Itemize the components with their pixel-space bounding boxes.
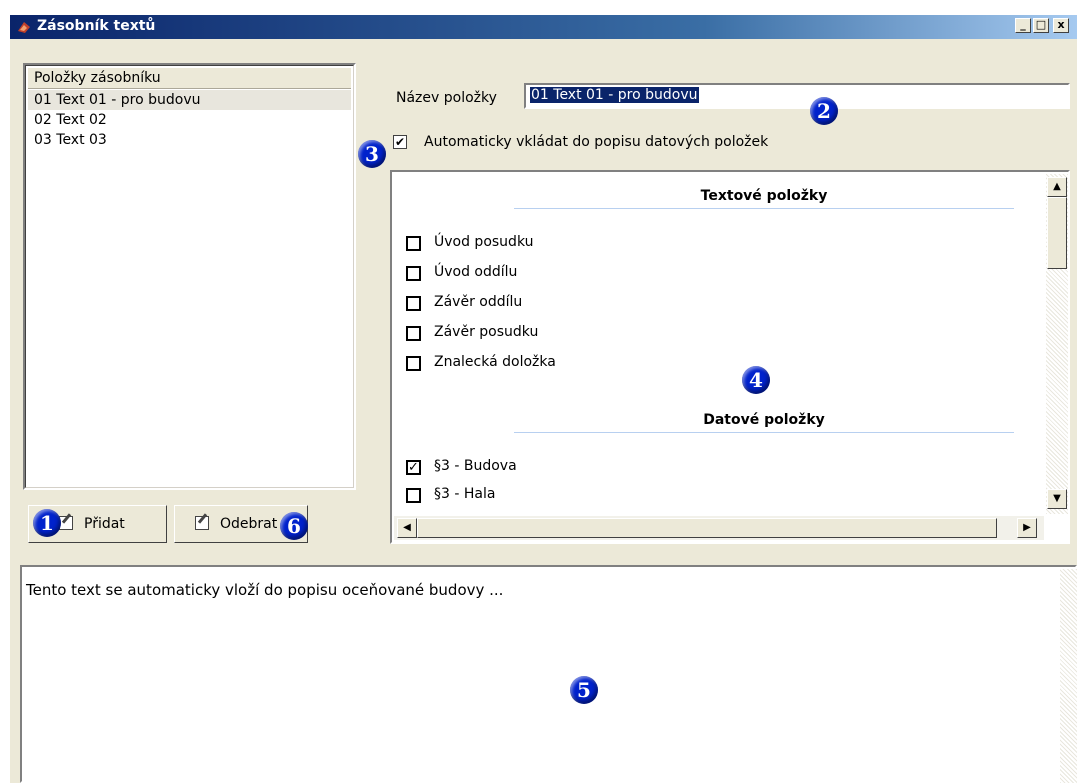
- item-list[interactable]: Položky zásobníku 01 Text 01 - pro budov…: [23, 63, 356, 490]
- name-input[interactable]: 01 Text 01 - pro budovu: [524, 83, 1070, 109]
- checkbox-zaver-oddilu[interactable]: [406, 296, 421, 311]
- panel-content: Textové položky Úvod posudku Úvod oddílu…: [394, 174, 1044, 514]
- window-title: Zásobník textů: [37, 18, 156, 34]
- checkbox-hala[interactable]: [406, 488, 421, 503]
- edit-icon: [195, 516, 209, 530]
- minimize-button[interactable]: _: [1015, 18, 1031, 33]
- checkbox-label: Závěr posudku: [434, 324, 539, 340]
- scroll-left-button[interactable]: ◀: [397, 518, 417, 538]
- checkbox-label: §3 - Budova: [434, 458, 517, 474]
- remove-button-label: Odebrat: [220, 516, 278, 532]
- target-items-panel: Textové položky Úvod posudku Úvod oddílu…: [390, 170, 1070, 544]
- list-item[interactable]: 01 Text 01 - pro budovu: [28, 90, 351, 110]
- callout-2: 2: [810, 97, 838, 125]
- add-button-label: Přidat: [84, 516, 125, 532]
- maximize-button[interactable]: □: [1033, 18, 1049, 33]
- checkbox-uvod-oddilu[interactable]: [406, 266, 421, 281]
- checkbox-label: §3 - Hala: [434, 486, 496, 502]
- list-header: Položky zásobníku: [28, 68, 351, 89]
- scroll-up-button[interactable]: ▲: [1047, 177, 1067, 197]
- checkbox-znalecka-dolozka[interactable]: [406, 356, 421, 371]
- checkbox-label: Úvod posudku: [434, 234, 534, 250]
- horizontal-scroll-thumb[interactable]: [417, 518, 997, 538]
- name-input-value: 01 Text 01 - pro budovu: [530, 87, 699, 103]
- vertical-scroll-thumb[interactable]: [1047, 197, 1067, 269]
- list-item[interactable]: 03 Text 03: [28, 130, 351, 150]
- callout-3: 3: [358, 140, 386, 168]
- auto-insert-checkbox[interactable]: ✔: [393, 135, 407, 149]
- checkbox-budova[interactable]: ✓: [406, 460, 421, 475]
- callout-1: 1: [33, 509, 61, 537]
- scroll-down-button[interactable]: ▼: [1047, 489, 1067, 509]
- name-label: Název položky: [396, 90, 497, 106]
- callout-4: 4: [742, 366, 770, 394]
- section-title-text-items: Textové položky: [700, 188, 828, 204]
- text-editor-scrollbar[interactable]: [1060, 569, 1077, 783]
- text-editor[interactable]: Tento text se automaticky vloží do popis…: [20, 565, 1077, 783]
- text-editor-content[interactable]: Tento text se automaticky vloží do popis…: [26, 581, 503, 599]
- title-bar[interactable]: Zásobník textů _ □ x: [10, 15, 1077, 39]
- checkbox-label: Znalecká doložka: [434, 354, 556, 370]
- section-title-data-items: Datové položky: [703, 412, 825, 428]
- checkbox-label: Úvod oddílu: [434, 264, 518, 280]
- checkbox-uvod-posudku[interactable]: [406, 236, 421, 251]
- callout-6: 6: [280, 512, 308, 540]
- divider: [514, 208, 1014, 209]
- auto-insert-label: Automaticky vkládat do popisu datových p…: [424, 134, 769, 150]
- close-button[interactable]: x: [1053, 18, 1069, 33]
- divider: [514, 432, 1014, 433]
- edit-icon: [59, 516, 73, 530]
- list-item[interactable]: 02 Text 02: [28, 110, 351, 130]
- scroll-right-button[interactable]: ▶: [1017, 518, 1037, 538]
- checkbox-label: Závěr oddílu: [434, 294, 523, 310]
- callout-5: 5: [570, 676, 598, 704]
- checkbox-zaver-posudku[interactable]: [406, 326, 421, 341]
- app-icon: [18, 22, 30, 33]
